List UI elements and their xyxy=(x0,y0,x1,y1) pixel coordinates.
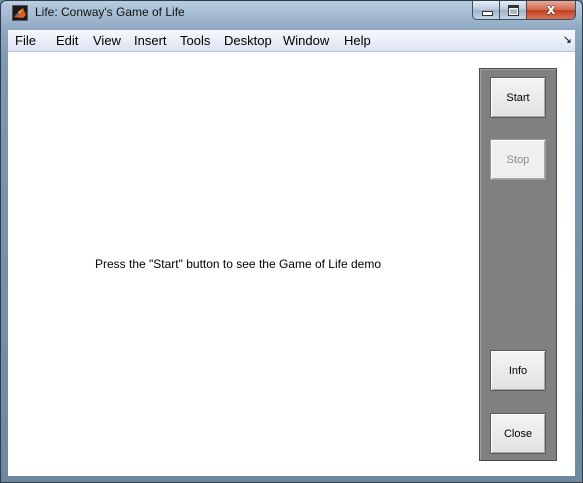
instruction-text: Press the "Start" button to see the Game… xyxy=(95,257,382,271)
menu-insert[interactable]: Insert xyxy=(134,33,167,48)
control-panel: Start Stop Info Close xyxy=(479,68,557,461)
figure-area: Press the "Start" button to see the Game… xyxy=(8,52,575,476)
minimize-button[interactable] xyxy=(472,1,500,20)
menu-help[interactable]: Help xyxy=(344,33,371,48)
close-button[interactable]: Close xyxy=(490,413,546,454)
menu-desktop[interactable]: Desktop xyxy=(224,33,272,48)
menu-edit[interactable]: Edit xyxy=(56,33,78,48)
dock-arrow-icon[interactable]: ↘ xyxy=(563,33,572,46)
minimize-icon xyxy=(482,11,493,16)
app-window: Life: Conway's Game of Life x File Edit … xyxy=(0,0,583,483)
stop-button: Stop xyxy=(490,139,546,180)
menu-file[interactable]: File xyxy=(15,33,36,48)
window-title: Life: Conway's Game of Life xyxy=(35,5,185,19)
menu-tools[interactable]: Tools xyxy=(180,33,210,48)
info-button[interactable]: Info xyxy=(490,350,546,391)
menu-window[interactable]: Window xyxy=(283,33,329,48)
menu-bar: File Edit View Insert Tools Desktop Wind… xyxy=(8,30,575,52)
start-button[interactable]: Start xyxy=(490,77,546,118)
window-close-button[interactable]: x xyxy=(527,1,576,20)
menu-view[interactable]: View xyxy=(93,33,121,48)
caption-buttons: x xyxy=(472,1,576,20)
maximize-icon xyxy=(508,5,519,16)
close-icon: x xyxy=(546,2,556,18)
matlab-icon[interactable] xyxy=(12,5,28,21)
maximize-button[interactable] xyxy=(500,1,527,20)
title-bar[interactable]: Life: Conway's Game of Life x xyxy=(1,1,582,26)
